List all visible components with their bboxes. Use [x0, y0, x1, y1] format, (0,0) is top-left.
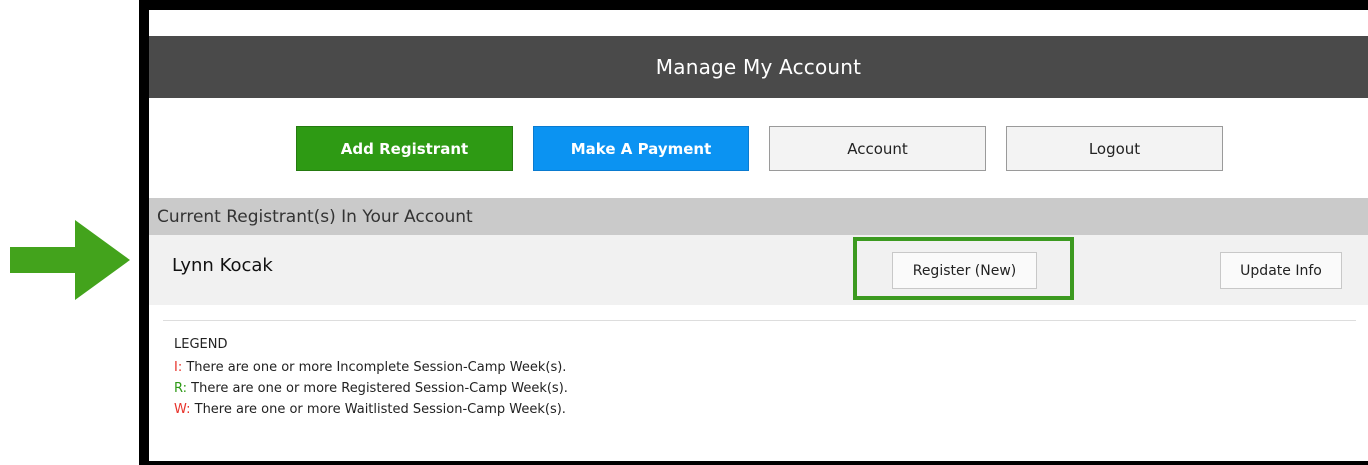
registrant-row: Lynn Kocak Register (New) Update Info [149, 235, 1368, 305]
legend-text: There are one or more Waitlisted Session… [194, 402, 566, 417]
section-title: Current Registrant(s) In Your Account [157, 206, 473, 227]
legend-item-waitlisted: W: There are one or more Waitlisted Sess… [174, 399, 568, 420]
legend-code: I: [174, 360, 183, 375]
legend-text: There are one or more Registered Session… [191, 381, 568, 396]
add-registrant-button[interactable]: Add Registrant [296, 126, 513, 171]
logout-button[interactable]: Logout [1006, 126, 1223, 171]
page-title: Manage My Account [655, 55, 862, 79]
register-new-button[interactable]: Register (New) [892, 252, 1037, 289]
pointer-arrow-icon [10, 220, 130, 300]
account-panel: Manage My Account Add Registrant Make A … [139, 0, 1368, 465]
legend-text: There are one or more Incomplete Session… [186, 360, 567, 375]
legend-code: R: [174, 381, 188, 396]
registrants-section-header: Current Registrant(s) In Your Account [149, 198, 1368, 235]
header-bar: Manage My Account [149, 36, 1368, 98]
make-payment-button[interactable]: Make A Payment [533, 126, 749, 171]
account-button[interactable]: Account [769, 126, 986, 171]
divider [163, 320, 1356, 321]
legend-item-incomplete: I: There are one or more Incomplete Sess… [174, 357, 568, 378]
legend: LEGEND I: There are one or more Incomple… [174, 337, 568, 420]
legend-code: W: [174, 402, 191, 417]
legend-title: LEGEND [174, 337, 228, 352]
registrant-name: Lynn Kocak [172, 255, 273, 276]
update-info-button[interactable]: Update Info [1220, 252, 1342, 289]
legend-item-registered: R: There are one or more Registered Sess… [174, 378, 568, 399]
